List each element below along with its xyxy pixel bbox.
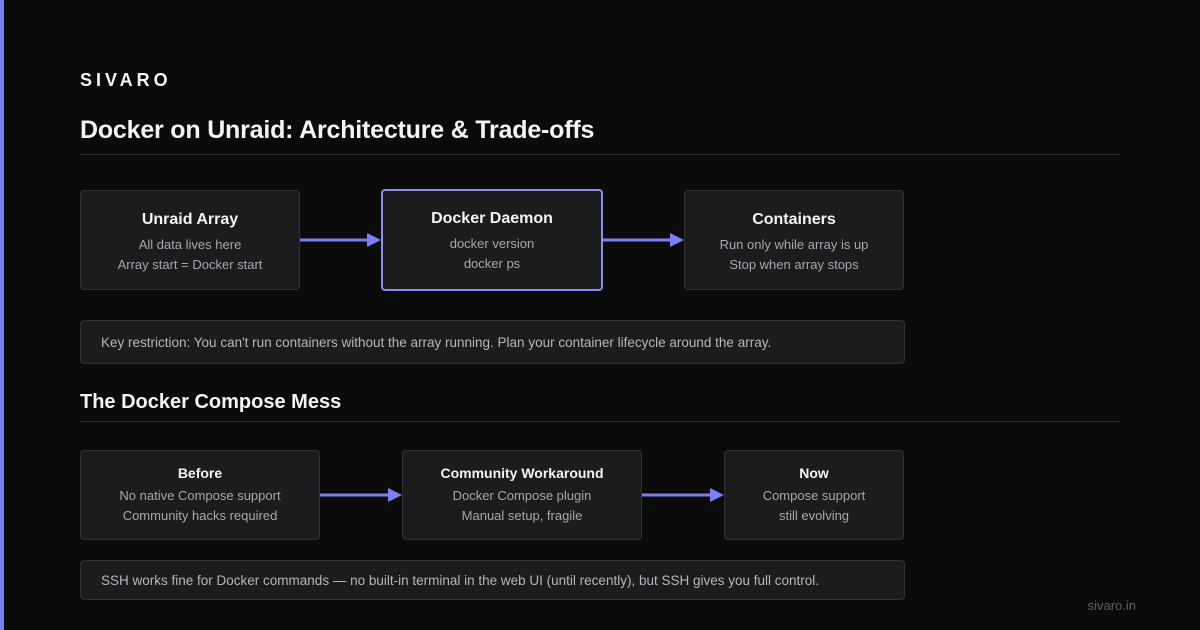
- section-divider: [80, 421, 1120, 422]
- node-line: Compose support: [762, 488, 866, 503]
- page-title: Docker on Unraid: Architecture & Trade-o…: [80, 116, 595, 144]
- node-unraid-array: Unraid Array All data lives here Array s…: [80, 190, 300, 290]
- arrowhead-daemon-to-containers: [670, 233, 684, 247]
- title-divider: [80, 154, 1120, 155]
- key-restriction-note: Key restriction: You can't run container…: [80, 320, 905, 364]
- node-title: Now: [799, 465, 829, 481]
- node-line: Run only while array is up: [719, 237, 869, 252]
- node-line: docker ps: [463, 256, 521, 271]
- node-line: Stop when array stops: [729, 257, 859, 272]
- footer-url: sivaro.in: [1087, 598, 1136, 613]
- node-line: Community hacks required: [122, 508, 278, 523]
- node-docker-daemon: Docker Daemon docker version docker ps: [381, 189, 603, 291]
- node-line: All data lives here: [138, 237, 242, 252]
- node-title: Docker Daemon: [431, 210, 553, 227]
- node-now: Now Compose support still evolving: [724, 450, 904, 540]
- node-line: Docker Compose plugin: [452, 488, 592, 503]
- node-community-workaround: Community Workaround Docker Compose plug…: [402, 450, 642, 540]
- node-line: still evolving: [778, 508, 850, 523]
- node-line: docker version: [449, 236, 535, 251]
- node-title: Community Workaround: [440, 465, 604, 481]
- node-line: No native Compose support: [119, 488, 281, 503]
- node-before: Before No native Compose support Communi…: [80, 450, 320, 540]
- node-line: Manual setup, fragile: [461, 508, 583, 523]
- note-text: SSH works fine for Docker commands — no …: [101, 572, 820, 588]
- brand-logo: SIVARO: [80, 70, 172, 90]
- node-title: Containers: [752, 211, 836, 228]
- note-text: Key restriction: You can't run container…: [101, 334, 772, 350]
- arrowhead-before-to-workaround: [388, 488, 402, 502]
- section-heading: The Docker Compose Mess: [80, 391, 342, 413]
- node-title: Before: [177, 465, 223, 481]
- node-line: Array start = Docker start: [117, 257, 263, 272]
- ssh-note: SSH works fine for Docker commands — no …: [80, 560, 905, 600]
- arrowhead-workaround-to-now: [710, 488, 724, 502]
- arrowhead-array-to-daemon: [367, 233, 381, 247]
- node-title: Unraid Array: [141, 211, 239, 228]
- node-containers: Containers Run only while array is up St…: [684, 190, 904, 290]
- accent-bar: [0, 0, 4, 630]
